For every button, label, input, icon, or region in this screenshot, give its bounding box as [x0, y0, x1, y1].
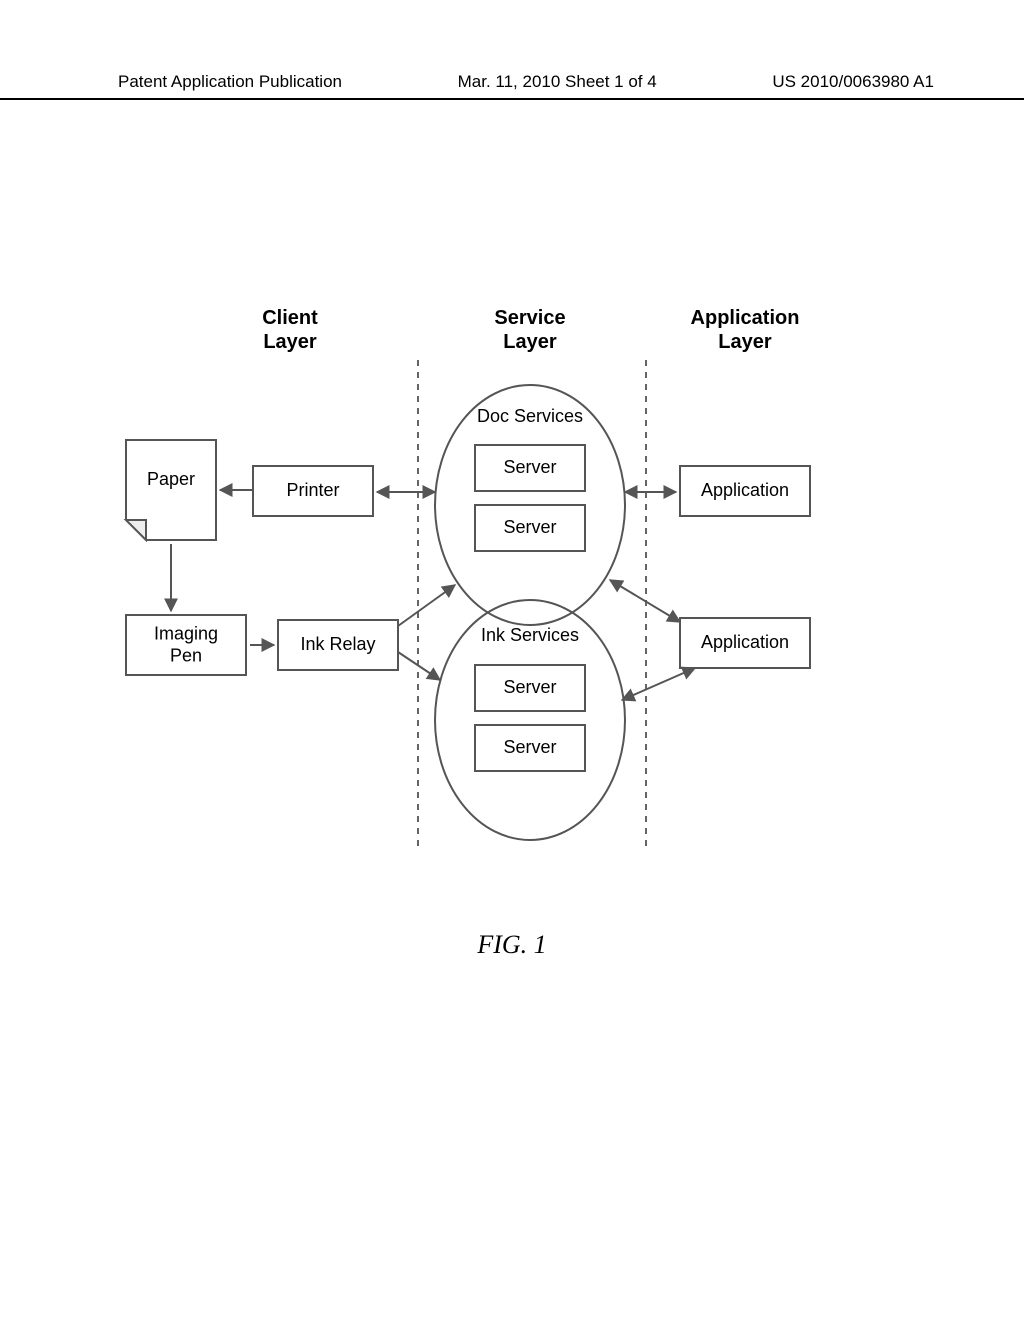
node-server-1-text: Server [503, 457, 556, 477]
node-server-4: Server [503, 737, 556, 759]
node-server-1: Server [503, 457, 556, 479]
figure-caption-text: FIG. 1 [477, 930, 546, 959]
node-server-3: Server [503, 677, 556, 699]
node-application-2-text: Application [701, 632, 789, 652]
group-doc-services-text: Doc Services [477, 406, 583, 426]
node-ink-relay: Ink Relay [300, 634, 375, 656]
node-server-2: Server [503, 517, 556, 539]
node-imaging-pen: Imaging Pen [154, 623, 218, 666]
diagram-canvas: Client Layer Service Layer Application L… [0, 0, 1024, 1320]
group-ink-services-text: Ink Services [481, 625, 579, 645]
node-ink-relay-text: Ink Relay [300, 634, 375, 654]
node-server-3-text: Server [503, 677, 556, 697]
node-paper-text: Paper [147, 469, 195, 489]
node-printer: Printer [286, 480, 339, 502]
group-ink-services: Ink Services [481, 625, 579, 646]
node-imaging-pen-text: Imaging Pen [154, 623, 218, 665]
node-server-4-text: Server [503, 737, 556, 757]
node-paper: Paper [147, 469, 195, 491]
node-application-2: Application [701, 632, 789, 654]
node-application-1: Application [701, 480, 789, 502]
node-server-2-text: Server [503, 517, 556, 537]
node-application-1-text: Application [701, 480, 789, 500]
node-printer-text: Printer [286, 480, 339, 500]
group-doc-services: Doc Services [477, 406, 583, 427]
figure-caption: FIG. 1 [477, 930, 546, 960]
page: Patent Application Publication Mar. 11, … [0, 0, 1024, 1320]
